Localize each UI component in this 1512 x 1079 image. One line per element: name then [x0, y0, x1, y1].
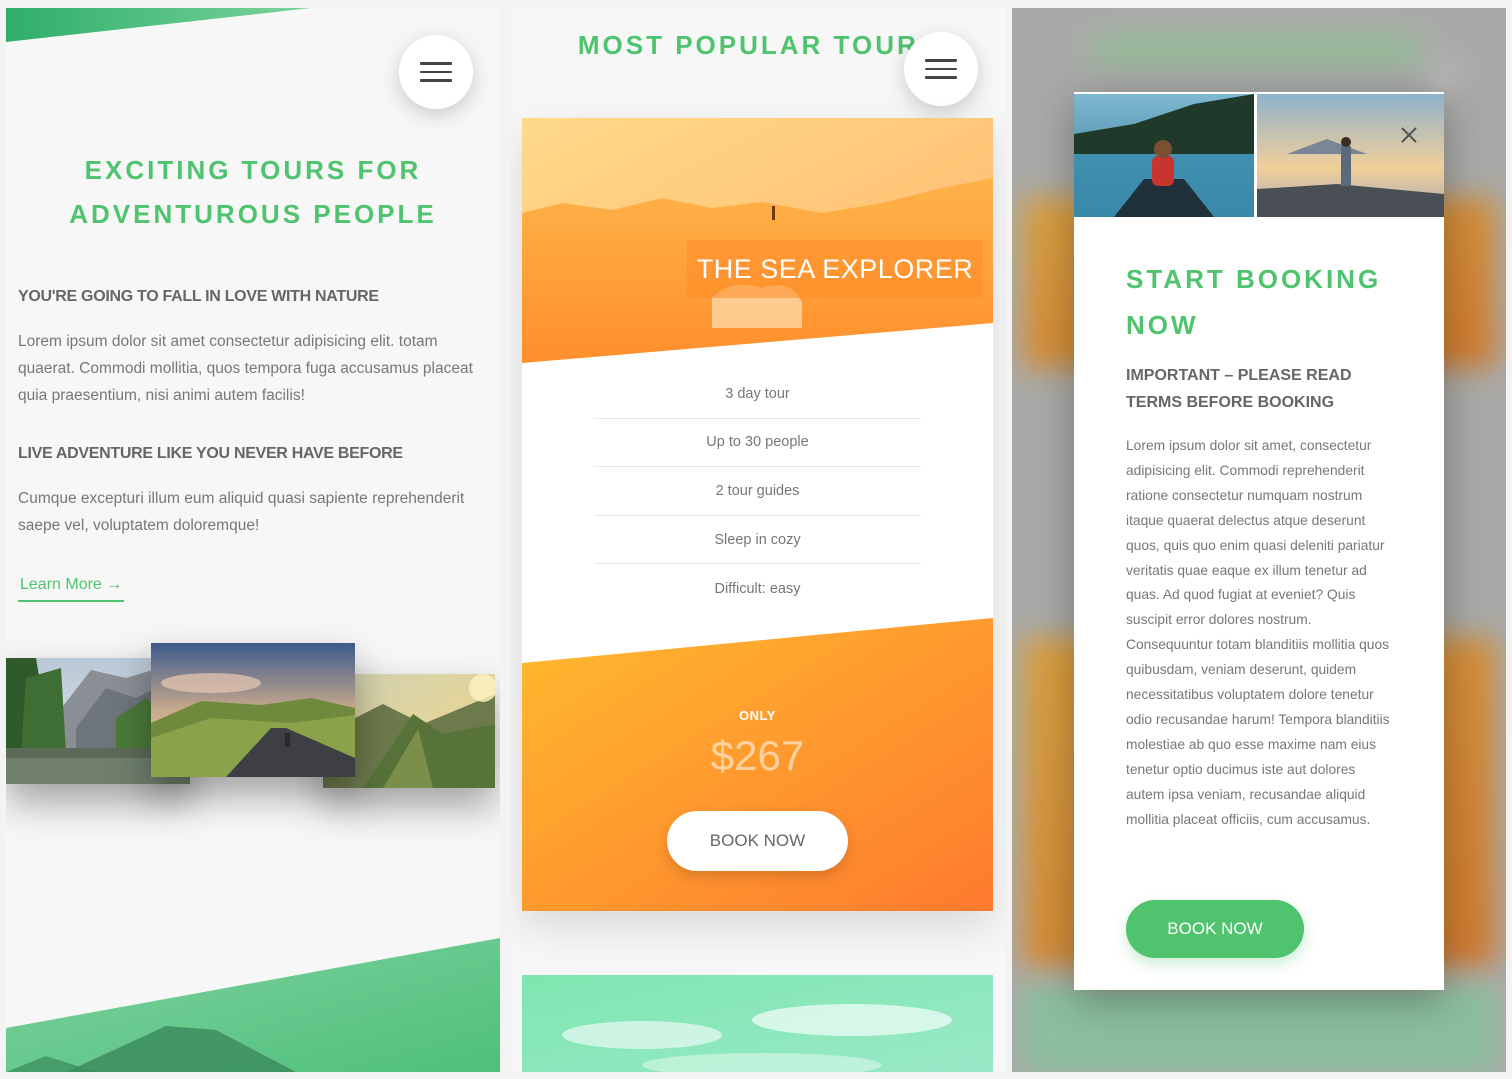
tour-name-banner: THE SEA EXPLORER	[687, 240, 983, 298]
tour-price: $267	[710, 732, 805, 779]
section-heading-nature: YOU'RE GOING TO FALL IN LOVE WITH NATURE	[18, 288, 379, 305]
tours-panel: MOST POPULAR TOURS THE SEA EXPLORER 3 da…	[511, 8, 1006, 1072]
tour-card: THE SEA EXPLORER 3 day tour Up to 30 peo…	[522, 118, 993, 911]
hamburger-menu-icon	[420, 62, 452, 82]
section-paragraph-adventure: Cumque excepturi illum eum aliquid quasi…	[18, 490, 465, 534]
footer-mountain-banner	[6, 938, 500, 1072]
close-icon[interactable]	[1398, 124, 1420, 146]
feature-guides: 2 tour guides	[594, 467, 921, 516]
landing-page-panel: EXCITING TOURS FOR ADVENTUROUS PEOPLE YO…	[6, 8, 500, 1072]
feature-accommodation: Sleep in cozy	[594, 516, 921, 565]
section-paragraph-nature: Lorem ipsum dolor sit amet consectetur a…	[18, 333, 473, 404]
menu-button[interactable]	[904, 32, 978, 106]
book-now-button[interactable]: BOOK NOW	[667, 811, 848, 871]
feature-group-size: Up to 30 people	[594, 419, 921, 468]
booking-modal-panel: START BOOKING NOW IMPORTANT – PLEASE REA…	[1012, 8, 1506, 1072]
feature-difficulty: Difficult: easy	[714, 580, 801, 597]
modal-body-text: Lorem ipsum dolor sit amet, consectetur …	[1126, 438, 1390, 827]
section-heading-adventure: LIVE ADVENTURE LIKE YOU NEVER HAVE BEFOR…	[18, 445, 403, 462]
tour-features-list: 3 day tour Up to 30 people 2 tour guides…	[594, 370, 921, 613]
feature-duration: 3 day tour	[594, 370, 921, 419]
modal-title: START BOOKING NOW	[1126, 264, 1382, 340]
kayak-lake-photo	[1074, 94, 1254, 217]
hero-title: EXCITING TOURS FOR ADVENTUROUS PEOPLE	[6, 148, 500, 236]
learn-more-link[interactable]: Learn More →	[18, 576, 125, 602]
hamburger-menu-icon	[925, 59, 957, 79]
hero-title-line2: ADVENTUROUS PEOPLE	[69, 199, 437, 229]
hero-title-line1: EXCITING TOURS FOR	[84, 155, 422, 185]
next-tour-card-image	[522, 975, 993, 1072]
modal-subtitle: IMPORTANT – PLEASE READ TERMS BEFORE BOO…	[1126, 367, 1352, 411]
mountain-sunset-photo	[1257, 94, 1444, 217]
menu-button[interactable]	[399, 35, 473, 109]
road-hills-photo	[151, 643, 355, 777]
booking-modal: START BOOKING NOW IMPORTANT – PLEASE REA…	[1074, 92, 1444, 990]
price-only-label: ONLY	[739, 708, 776, 723]
tour-name: THE SEA EXPLORER	[696, 253, 974, 284]
modal-book-now-button[interactable]: BOOK NOW	[1126, 900, 1304, 958]
